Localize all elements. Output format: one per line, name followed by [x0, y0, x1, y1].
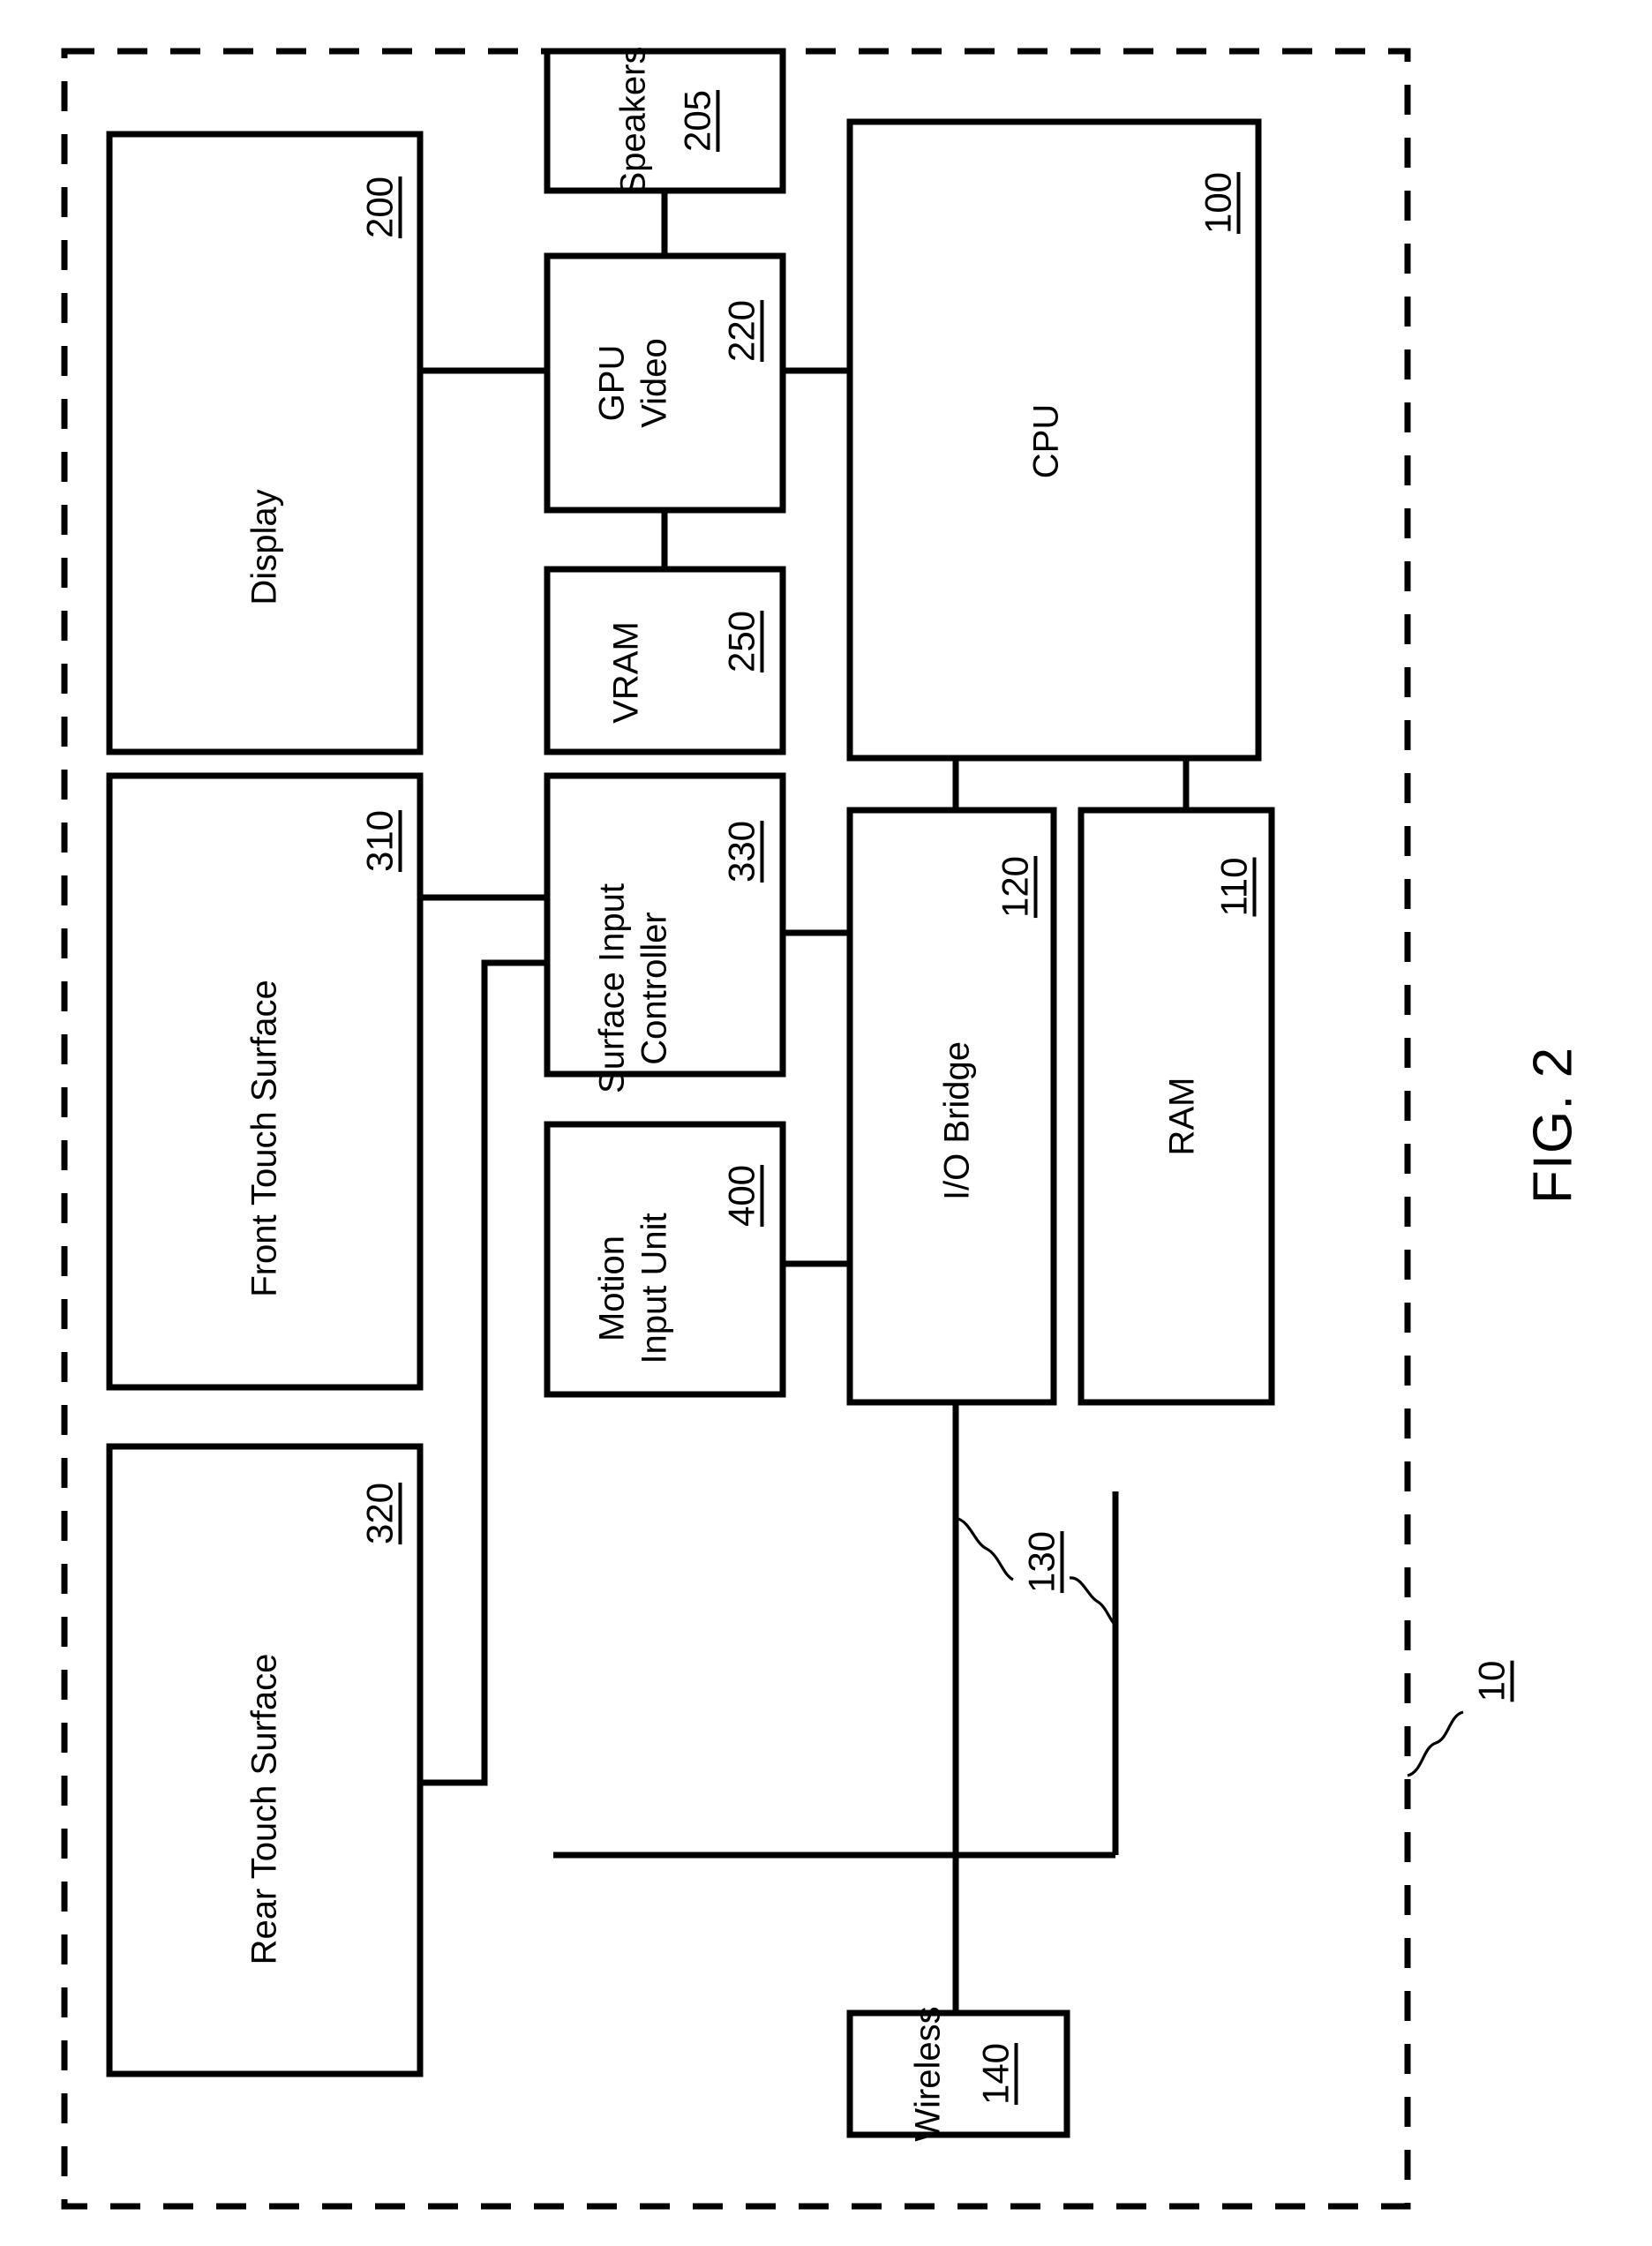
patent-figure-page: Display 200 Speakers 205 GPU Video 220 V…: [0, 0, 1652, 2246]
ref-motion-input: 400: [720, 1164, 762, 1228]
ref-gpu-video: 220: [720, 299, 762, 363]
ref-rear-touch: 320: [358, 1482, 401, 1545]
label-motion-input-line2: Input Unit: [635, 1213, 674, 1364]
label-gpu-video-line1: GPU: [592, 344, 632, 422]
label-speakers: Speakers: [613, 46, 653, 196]
label-front-touch: Front Touch Surface: [244, 980, 284, 1297]
label-io-bridge: I/O Bridge: [937, 1040, 977, 1201]
leader-bus-130-left: [955, 1516, 1014, 1581]
leader-system-10: [1407, 1710, 1464, 1777]
ref-surface-input: 330: [720, 820, 762, 883]
label-rear-touch: Rear Touch Surface: [244, 1653, 284, 1965]
label-cpu: CPU: [1026, 403, 1066, 479]
label-ram: RAM: [1162, 1077, 1202, 1156]
label-display: Display: [244, 489, 284, 605]
ref-wireless: 140: [974, 2042, 1017, 2106]
label-surface-input-line1: Surface Input: [592, 883, 632, 1093]
label-motion-input-line1: Motion: [592, 1235, 632, 1342]
label-wireless: Wireless: [908, 2006, 948, 2142]
label-surface-input-line2: Controller: [635, 912, 674, 1065]
leader-bus-130-right: [1069, 1576, 1119, 1628]
ref-ram: 110: [1213, 857, 1255, 917]
ref-display: 200: [358, 176, 401, 239]
figure-caption: FIG. 2: [1522, 1046, 1584, 1205]
block-wireless[interactable]: [846, 2009, 1070, 2138]
ref-io-bridge: 120: [994, 855, 1036, 919]
label-vram: VRAM: [606, 621, 646, 724]
ref-system-10: 10: [1470, 1660, 1513, 1702]
ref-bus-130: 130: [1020, 1530, 1063, 1594]
label-gpu-video-line2: Video: [635, 338, 674, 428]
ref-speakers: 205: [676, 89, 718, 153]
ref-front-touch: 310: [358, 809, 401, 873]
connector-reartouch-surfacecontroller: [420, 959, 547, 1786]
ref-cpu: 100: [1197, 171, 1239, 235]
block-speakers[interactable]: [544, 48, 786, 194]
ref-vram: 250: [720, 610, 762, 673]
